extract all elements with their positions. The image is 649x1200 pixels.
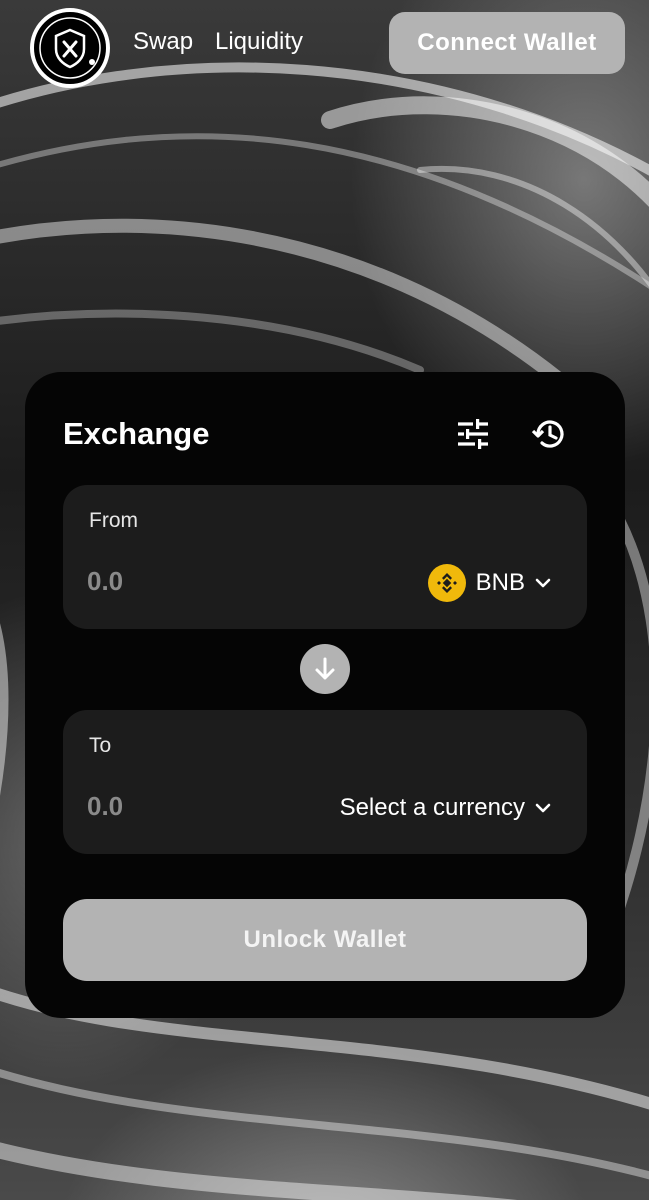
settings-sliders-icon (458, 419, 488, 449)
history-icon (531, 420, 564, 448)
from-amount-input[interactable] (87, 563, 287, 599)
from-currency-label: BNB (475, 569, 525, 596)
to-amount-input[interactable] (87, 788, 287, 824)
from-panel: From BNB (63, 485, 587, 629)
arrow-down-icon (315, 657, 335, 680)
settings-button[interactable] (451, 412, 495, 456)
bnb-icon (427, 564, 466, 602)
exchange-card: Exchange From 0.0 BNB To 0.0 Select a cu… (25, 372, 625, 1018)
from-currency-select[interactable]: BNB (427, 563, 551, 603)
from-label: From (89, 509, 138, 532)
to-currency-label: Select a currency (339, 794, 525, 821)
shield-logo-icon (39, 17, 101, 79)
chevron-down-icon (535, 803, 551, 813)
connect-wallet-button[interactable]: Connect Wallet (389, 12, 625, 74)
switch-direction-button[interactable] (300, 644, 350, 694)
unlock-wallet-button[interactable]: Unlock Wallet (63, 899, 587, 981)
chevron-down-icon (535, 578, 551, 588)
to-currency-select[interactable]: Select a currency (340, 788, 551, 828)
safegrow-logo[interactable] (30, 8, 110, 88)
nav-liquidity-link[interactable]: Liquidity (215, 28, 303, 56)
nav-swap-link[interactable]: Swap (133, 28, 193, 56)
top-nav: Swap Liquidity Connect Wallet (0, 0, 649, 90)
to-panel: To Select a currency (63, 710, 587, 854)
exchange-title: Exchange (63, 416, 210, 451)
history-button[interactable] (527, 412, 571, 456)
to-label: To (89, 734, 112, 757)
